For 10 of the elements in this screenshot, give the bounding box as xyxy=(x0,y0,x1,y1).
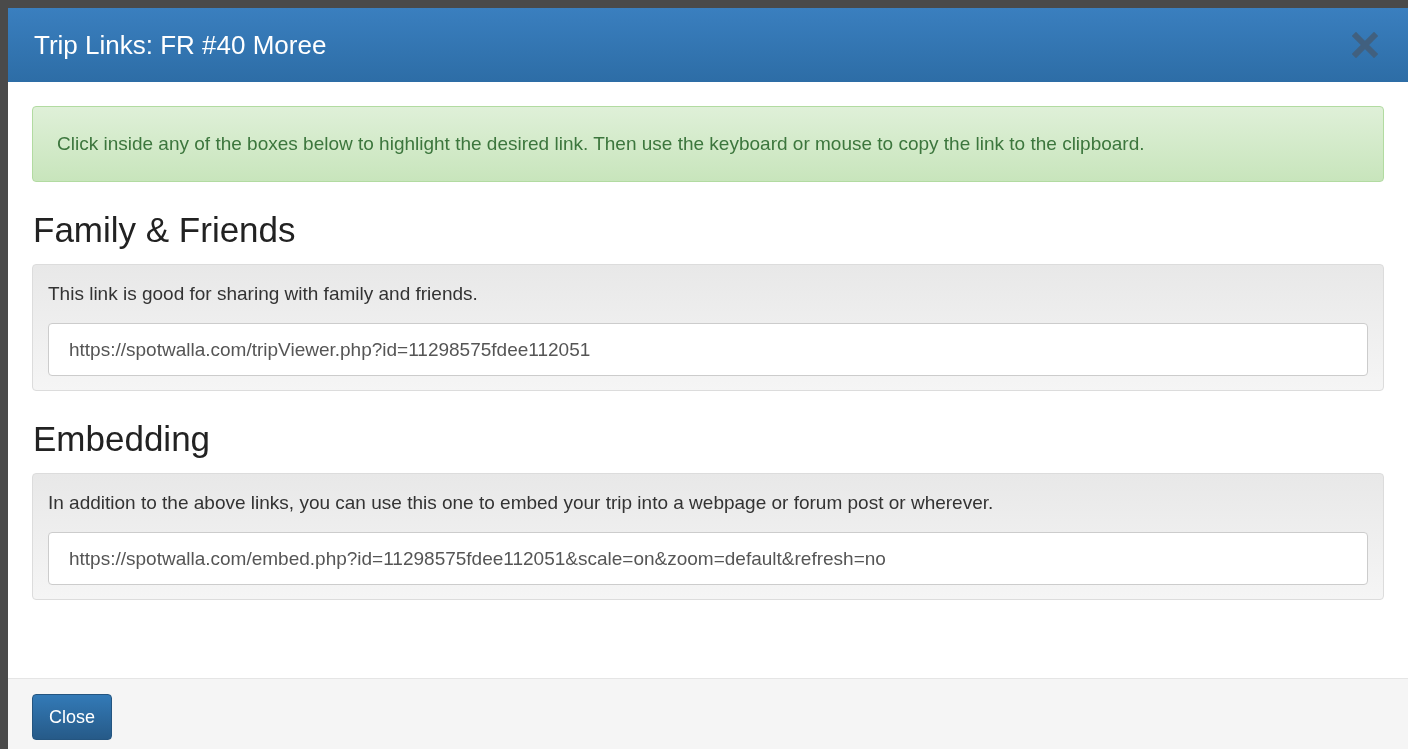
link-field[interactable]: https://spotwalla.com/embed.php?id=11298575fdee112051&scale=on&zoom=default&refresh=no xyxy=(48,532,1368,585)
alert-text: Click inside any of the boxes below to highlight the desired link. Then use the keyboard or mouse to copy the link to the clipboard. xyxy=(57,133,1145,154)
link-field[interactable]: https://spotwalla.com/tripViewer.php?id=11298575fdee112051 xyxy=(48,323,1368,376)
close-icon[interactable] xyxy=(1352,32,1378,58)
panel-description: This link is good for sharing with family and friends. xyxy=(48,283,479,305)
panel-description: In addition to the above links, you can use this one to embed your trip into a webpage or forum post or wherever. xyxy=(48,492,995,514)
section-heading: Embedding xyxy=(33,419,212,459)
section-heading: Family & Friends xyxy=(33,210,297,250)
close-button[interactable]: Close xyxy=(32,694,113,740)
dialog-title: Trip Links: FR #40 Moree xyxy=(34,29,327,61)
